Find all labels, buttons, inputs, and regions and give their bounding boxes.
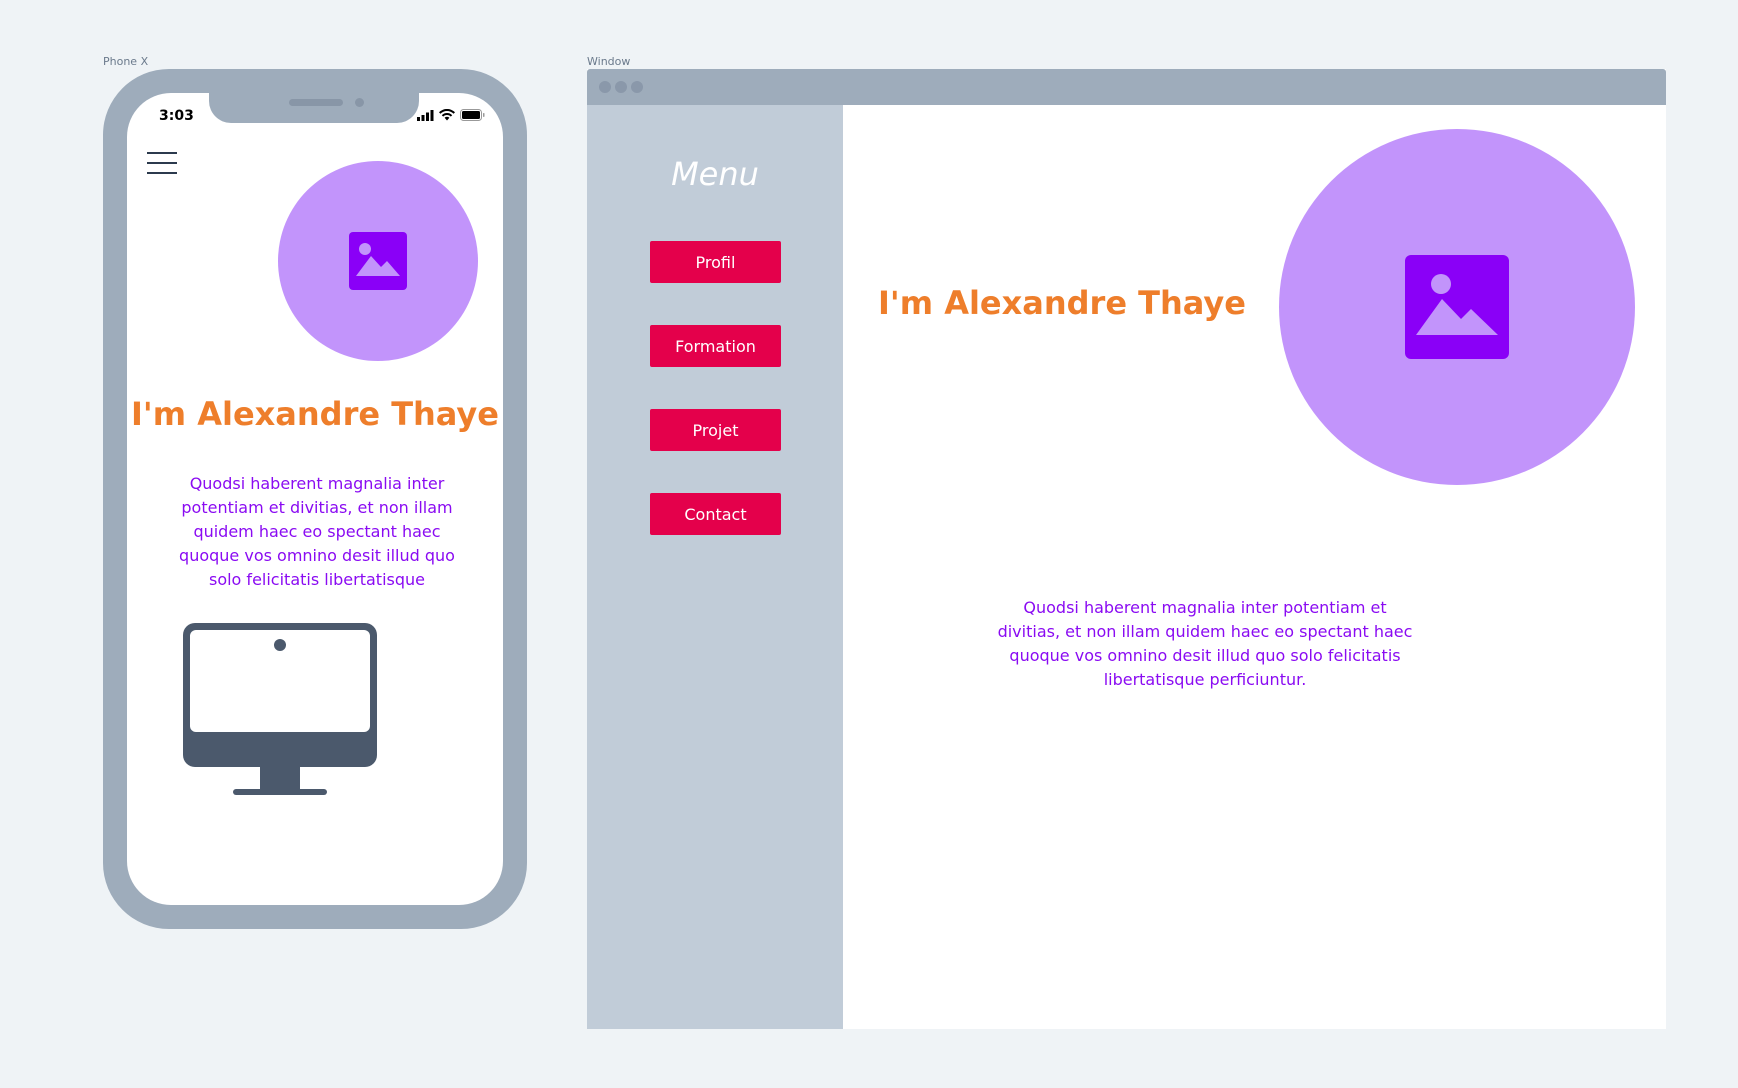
phone-notch [209,93,419,123]
image-placeholder-icon [1405,255,1509,359]
signal-icon [417,109,434,121]
window-frame-label: Window [587,55,631,68]
battery-icon [460,109,485,121]
contact-button[interactable]: Contact [650,493,781,535]
desktop-monitor-icon [183,623,377,795]
wifi-icon [439,109,455,121]
formation-button[interactable]: Formation [650,325,781,367]
phone-hero-heading: I'm Alexandre Thaye [131,395,499,433]
window-minimize-dot[interactable] [615,81,627,93]
phone-mockup: 3:03 I'm Alexandre Thaye Quodsi haberent… [103,69,527,929]
phone-frame-label: Phone X [103,55,149,68]
desktop-window: Menu Profil Formation Projet Contact I'm… [587,69,1666,1029]
phone-hero-text: Quodsi haberent magnalia inter potentiam… [179,474,455,589]
status-icons [417,109,485,121]
window-hero-text: Quodsi haberent magnalia inter potentiam… [997,598,1413,689]
profil-button[interactable]: Profil [650,241,781,283]
status-time: 3:03 [159,108,194,124]
notch-speaker [289,99,343,106]
window-maximize-dot[interactable] [631,81,643,93]
sidebar-menu: Menu Profil Formation Projet Contact [587,105,843,1029]
hamburger-menu-icon[interactable] [147,152,177,174]
notch-camera [355,98,364,107]
phone-profile-image [278,161,478,361]
menu-title: Menu [671,155,759,193]
image-placeholder-icon [349,232,407,290]
window-titlebar [587,69,1666,105]
projet-button[interactable]: Projet [650,409,781,451]
window-close-dot[interactable] [599,81,611,93]
window-profile-image [1279,129,1635,485]
window-hero-heading: I'm Alexandre Thaye [878,284,1246,322]
phone-screen: 3:03 I'm Alexandre Thaye Quodsi haberent… [127,93,503,905]
